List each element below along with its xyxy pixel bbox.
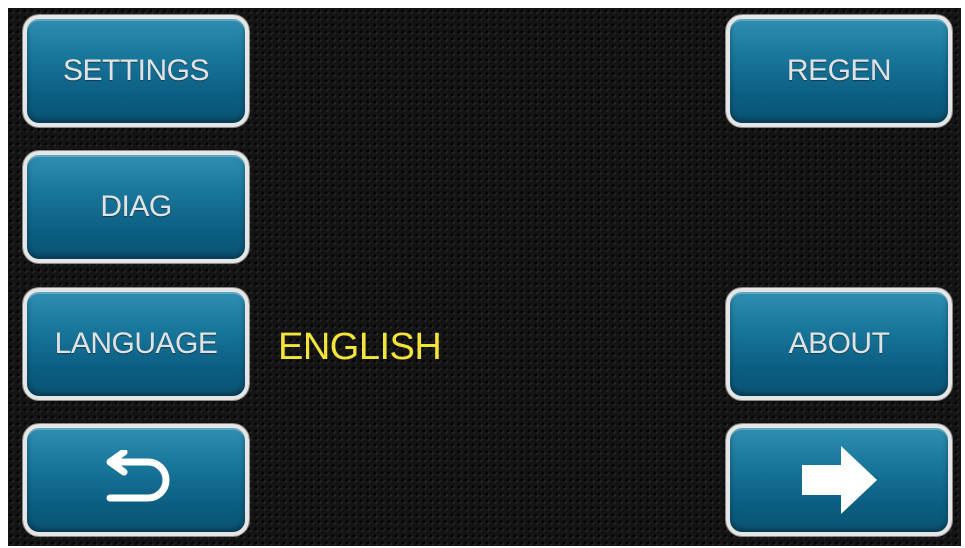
regen-button[interactable]: REGEN (726, 15, 952, 127)
right-arrow-icon (799, 443, 879, 517)
about-button[interactable]: ABOUT (726, 288, 952, 400)
next-button[interactable] (726, 424, 952, 536)
return-arrow-icon (96, 450, 176, 510)
language-button-label: LANGUAGE (54, 327, 218, 360)
diag-button-label: DIAG (100, 190, 172, 223)
current-language: ENGLISH (278, 326, 442, 368)
settings-button-label: SETTINGS (62, 54, 210, 87)
about-button-label: ABOUT (788, 327, 890, 360)
back-button[interactable] (23, 424, 249, 536)
language-button[interactable]: LANGUAGE (23, 288, 249, 400)
regen-button-label: REGEN (786, 54, 892, 87)
diag-button[interactable]: DIAG (23, 151, 249, 263)
settings-button[interactable]: SETTINGS (23, 15, 249, 127)
menu-screen: SETTINGS DIAG LANGUAGE ENGLISH REGEN ABO… (8, 8, 961, 546)
